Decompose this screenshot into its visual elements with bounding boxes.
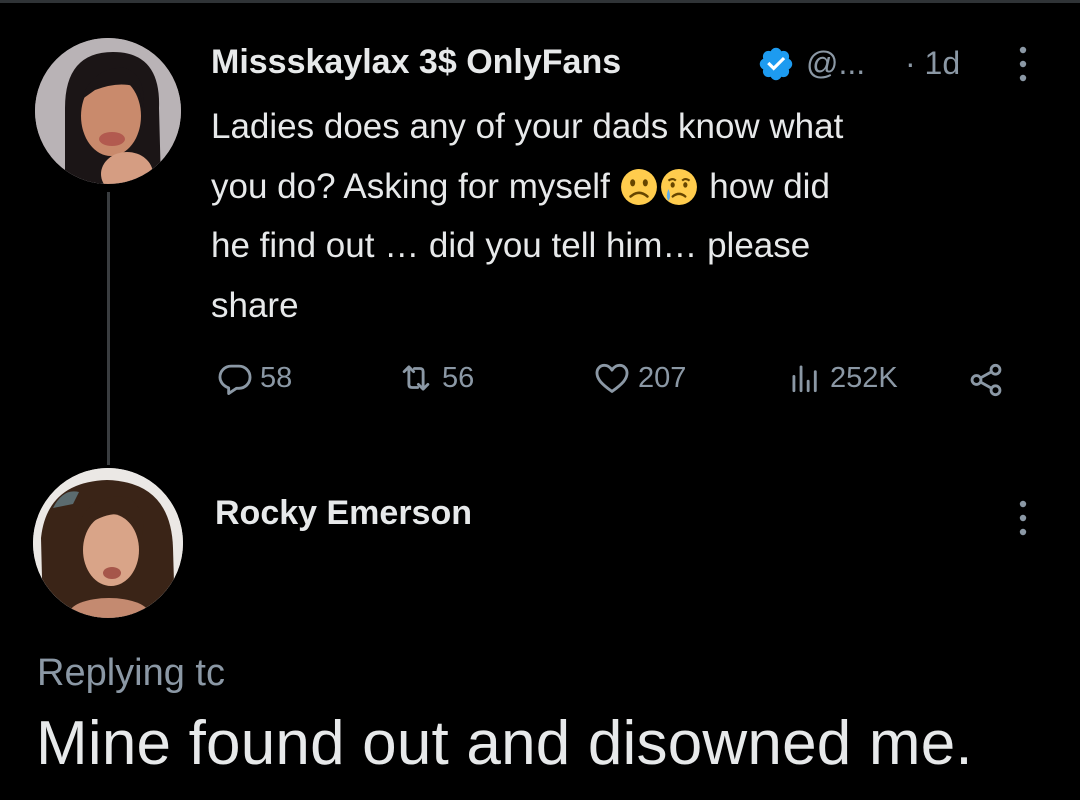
retweet-icon: [402, 365, 430, 391]
share-button[interactable]: [966, 361, 1006, 399]
reply-button[interactable]: 58: [216, 359, 292, 397]
tweet-text-line: Ladies does any of your dads know what: [211, 107, 844, 146]
reply-icon: [218, 364, 252, 395]
tweet-text-segment: how did: [709, 166, 830, 206]
tweet-text: Ladies does any of your dads know what y…: [211, 97, 1041, 335]
more-options-icon[interactable]: [1013, 496, 1033, 540]
like-count: 207: [638, 361, 687, 394]
like-button[interactable]: 207: [592, 359, 686, 397]
tweet-text-line: you do? Asking for myself how did: [211, 157, 1041, 217]
slightly-frowning-face-emoji: [620, 168, 657, 205]
reply-author-name[interactable]: Rocky Emerson: [215, 494, 472, 533]
tweet-text-segment: you do? Asking for myself: [211, 166, 610, 206]
tweet-author-name[interactable]: Missskaylax 3$ OnlyFans: [211, 43, 621, 82]
tweet-action-bar: 58 56 207 252K: [0, 355, 1080, 405]
avatar-photo-icon: [33, 468, 183, 618]
reply-author-avatar[interactable]: [33, 468, 183, 618]
verified-badge-icon: [759, 47, 793, 81]
crying-face-emoji: [660, 168, 697, 205]
top-divider: [0, 0, 1080, 3]
views-button[interactable]: 252K: [786, 359, 898, 397]
author-avatar[interactable]: [35, 38, 181, 184]
views-chart-icon: [792, 365, 817, 393]
reply-count: 58: [260, 361, 293, 394]
thread-connector-line: [107, 192, 110, 465]
more-options-icon[interactable]: [1013, 42, 1033, 86]
tweet-timestamp[interactable]: · 1d: [905, 45, 960, 82]
avatar-photo-icon: [35, 38, 181, 184]
retweet-count: 56: [442, 361, 475, 394]
tweet-text-line: he find out … did you tell him… please: [211, 226, 811, 265]
reply-text: Mine found out and disowned me.: [36, 709, 973, 778]
heart-icon: [595, 363, 629, 393]
tweet-author-handle[interactable]: @...: [806, 45, 865, 82]
retweet-button[interactable]: 56: [396, 359, 474, 397]
replying-to-label: Replying tc: [37, 652, 225, 694]
share-icon: [970, 363, 1002, 397]
tweet-text-line: share: [211, 285, 299, 325]
views-count: 252K: [830, 361, 898, 394]
